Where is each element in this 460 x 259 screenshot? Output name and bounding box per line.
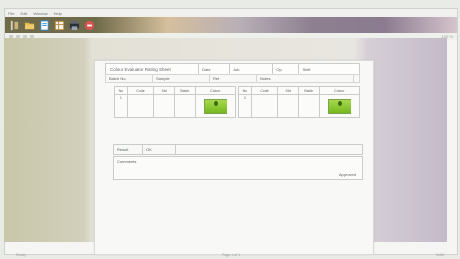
grid-button[interactable]: [53, 19, 66, 32]
stop-icon: [84, 20, 95, 30]
rating-grid-right: No Code Std Batch Colour 2: [238, 86, 360, 118]
menu-window[interactable]: Window: [33, 11, 47, 16]
colour-picker-icon: [337, 100, 342, 106]
col-batch: Batch: [299, 87, 320, 94]
comments-box[interactable]: Comments Approved: [113, 156, 363, 180]
colour-swatch[interactable]: [327, 98, 351, 114]
meta-row: Batch No. Sample Ref Notes: [105, 74, 360, 83]
document-workspace: Colour Evaluator Rating Sheet Date Job O…: [4, 38, 447, 255]
menu-edit[interactable]: Edit: [20, 11, 27, 16]
print-button[interactable]: [68, 19, 81, 32]
rating-grid-left: No Code Std Batch Colour 1: [114, 86, 236, 118]
col-code: Code: [252, 87, 279, 94]
meta-ref: Ref: [210, 75, 257, 82]
cell-batch[interactable]: [175, 95, 196, 117]
print-icon: [69, 20, 80, 30]
col-colour: Colour: [334, 88, 345, 93]
document-icon: [40, 19, 49, 31]
toolbar: [5, 17, 457, 33]
sheet-title: Colour Evaluator Rating Sheet: [110, 66, 171, 72]
col-std: Std: [154, 87, 176, 94]
col-code: Code: [128, 87, 155, 94]
comments-label: Comments: [117, 159, 137, 164]
cell-no[interactable]: 2: [239, 95, 252, 117]
colour-picker-icon: [213, 100, 218, 106]
col-std: Std: [278, 87, 300, 94]
signature-label: Approved: [338, 172, 356, 177]
col-batch: Batch: [175, 87, 196, 94]
meta-notes: Notes: [257, 75, 354, 82]
meta-batch: Batch No.: [106, 75, 153, 82]
status-ready: Ready: [16, 253, 27, 257]
cell-std[interactable]: [154, 95, 176, 117]
header-date: Date: [198, 64, 229, 74]
menu-file[interactable]: File: [8, 11, 14, 16]
menu-bar: File Edit Window Help: [5, 9, 457, 17]
tools-icon: [10, 20, 19, 30]
col-no: No: [239, 87, 252, 94]
grid-header: No Code Std Batch Colour: [239, 87, 359, 95]
stop-button[interactable]: [83, 19, 96, 32]
menu-help[interactable]: Help: [54, 11, 62, 16]
folder-icon: [24, 22, 35, 29]
header-job: Job: [229, 64, 272, 74]
cell-colour[interactable]: [196, 95, 235, 117]
cell-no[interactable]: 1: [115, 95, 128, 117]
open-button[interactable]: [23, 19, 36, 32]
tools-button[interactable]: [8, 19, 21, 32]
col-no: No: [115, 87, 128, 94]
header-shift: Shift: [298, 64, 359, 74]
cell-colour[interactable]: [320, 95, 359, 117]
new-document-button[interactable]: [38, 19, 51, 32]
header-operator: Op: [272, 64, 298, 74]
status-bar: Ready Page 1 of 1 NUM: [4, 253, 456, 258]
cell-code[interactable]: [128, 95, 155, 117]
grid-header: No Code Std Batch Colour: [115, 87, 235, 95]
grid-icon: [54, 20, 65, 30]
cell-code[interactable]: [252, 95, 279, 117]
colour-swatch[interactable]: [203, 98, 227, 114]
rating-sheet: Colour Evaluator Rating Sheet Date Job O…: [94, 60, 374, 255]
result-value[interactable]: OK: [143, 145, 176, 154]
status-num: NUM: [436, 253, 444, 257]
table-row: 1: [115, 95, 235, 117]
cell-batch[interactable]: [299, 95, 320, 117]
status-page: Page 1 of 1: [222, 253, 241, 257]
table-row: 2: [239, 95, 359, 117]
result-bar: Result OK: [113, 144, 363, 155]
cell-std[interactable]: [278, 95, 300, 117]
col-colour: Colour: [210, 88, 221, 93]
meta-sample: Sample: [153, 75, 210, 82]
result-label: Result: [114, 145, 143, 154]
